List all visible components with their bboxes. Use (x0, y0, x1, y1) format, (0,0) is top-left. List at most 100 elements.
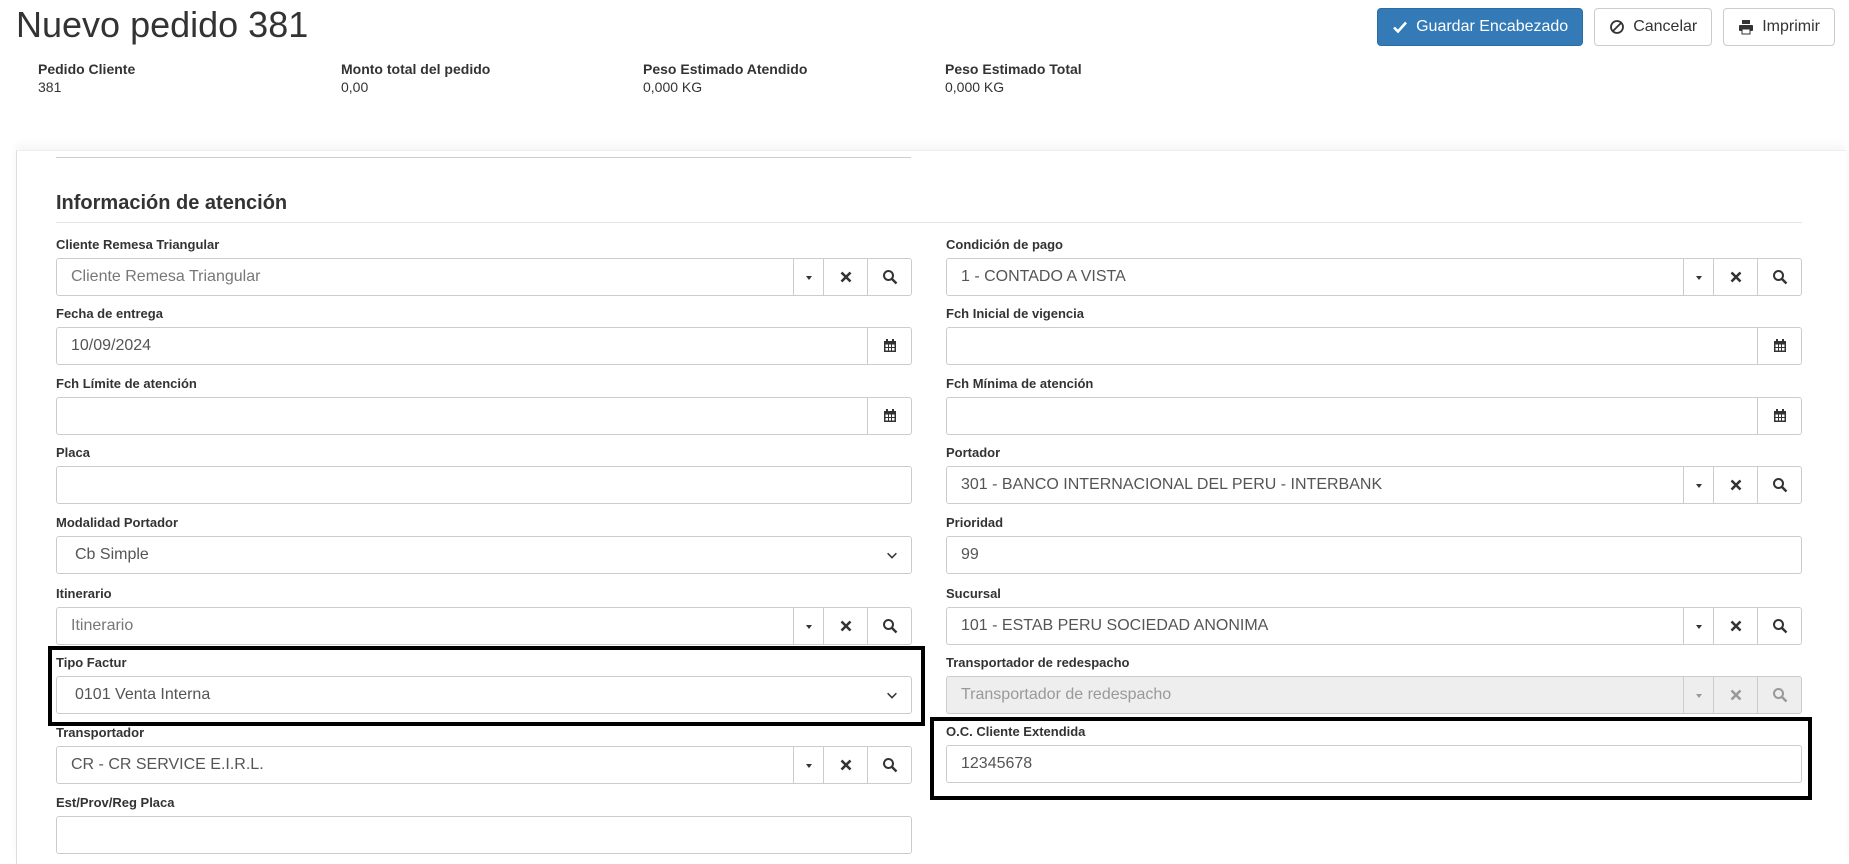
itinerario-lookup[interactable]: Itinerario (56, 607, 912, 645)
dropdown-toggle[interactable] (793, 608, 823, 644)
search-button[interactable] (867, 608, 911, 644)
search-button[interactable] (867, 259, 911, 295)
portador-input[interactable]: 301 - BANCO INTERNACIONAL DEL PERU - INT… (947, 467, 1683, 503)
itinerario-input[interactable]: Itinerario (57, 608, 793, 644)
portador-lookup[interactable]: 301 - BANCO INTERNACIONAL DEL PERU - INT… (946, 466, 1802, 504)
field-label: Modalidad Portador (56, 515, 179, 530)
fch-inicial-input[interactable] (947, 328, 1757, 364)
calendar-button[interactable] (1757, 398, 1801, 434)
caret-down-icon (1695, 276, 1702, 280)
dropdown-toggle[interactable] (793, 747, 823, 783)
modalidad-portador-select[interactable]: Cb Simple (56, 536, 912, 574)
prioridad-value[interactable]: 99 (947, 537, 1801, 573)
save-header-button[interactable]: Guardar Encabezado (1377, 8, 1584, 46)
modalidad-portador-value[interactable]: Cb Simple (57, 537, 873, 573)
placa-value[interactable] (57, 467, 911, 503)
field-label: Placa (56, 445, 90, 460)
summary-label: Peso Estimado Total (945, 61, 1082, 77)
calendar-button[interactable] (1757, 328, 1801, 364)
clear-button (1713, 677, 1757, 713)
condicion-pago-input[interactable]: 1 - CONTADO A VISTA (947, 259, 1683, 295)
dropdown-toggle[interactable] (1683, 259, 1713, 295)
search-icon (1772, 270, 1787, 285)
close-icon (840, 759, 851, 771)
dropdown-toggle[interactable] (793, 259, 823, 295)
condicion-pago-lookup[interactable]: 1 - CONTADO A VISTA (946, 258, 1802, 296)
search-button[interactable] (867, 747, 911, 783)
field-label: Est/Prov/Reg Placa (56, 795, 175, 810)
fch-minima-input[interactable] (947, 398, 1757, 434)
field-label: Portador (946, 445, 1001, 460)
caret-down-icon (1695, 484, 1702, 488)
clear-button[interactable] (1713, 467, 1757, 503)
save-header-label: Guardar Encabezado (1416, 18, 1569, 35)
dropdown-toggle[interactable] (1683, 608, 1713, 644)
summary-value: 0,000 KG (643, 79, 703, 95)
fch-minima-datepicker[interactable] (946, 397, 1802, 435)
caret-down-icon (1695, 694, 1702, 698)
cancel-label: Cancelar (1633, 18, 1698, 35)
dropdown-toggle[interactable] (1683, 467, 1713, 503)
clear-button[interactable] (823, 608, 867, 644)
close-icon (1730, 689, 1741, 701)
transportador-lookup[interactable]: CR - CR SERVICE E.I.R.L. (56, 746, 912, 784)
search-button[interactable] (1757, 608, 1801, 644)
section-title: Información de atención (56, 192, 288, 214)
clear-button[interactable] (1713, 608, 1757, 644)
field-transportador-redespacho: Transportador de redespacho Transportado… (946, 654, 1802, 714)
summary-monto-total: Monto total del pedido 0,00 (341, 61, 490, 95)
transportador-input[interactable]: CR - CR SERVICE E.I.R.L. (57, 747, 793, 783)
field-est-prov-reg-placa: Est/Prov/Reg Placa (56, 794, 912, 854)
clear-button[interactable] (823, 259, 867, 295)
placa-input[interactable] (56, 466, 912, 504)
field-label: Sucursal (946, 586, 1001, 601)
order-summary: Pedido Cliente 381 Monto total del pedid… (38, 61, 1238, 101)
summary-peso-total: Peso Estimado Total 0,000 KG (945, 61, 1082, 95)
search-icon (882, 270, 897, 285)
fecha-entrega-datepicker[interactable]: 10/09/2024 (56, 327, 912, 365)
field-fch-minima: Fch Mínima de atención (946, 375, 1802, 435)
caret-down-icon (805, 764, 812, 768)
clear-button[interactable] (1713, 259, 1757, 295)
field-label: Transportador de redespacho (946, 655, 1130, 670)
cliente-remesa-lookup[interactable]: Cliente Remesa Triangular (56, 258, 912, 296)
field-label: Itinerario (56, 586, 112, 601)
field-label: Fch Límite de atención (56, 376, 197, 391)
fch-limite-datepicker[interactable] (56, 397, 912, 435)
search-icon (1772, 688, 1787, 703)
summary-value: 0,00 (341, 79, 369, 95)
prioridad-input[interactable]: 99 (946, 536, 1802, 574)
fecha-entrega-input[interactable]: 10/09/2024 (57, 328, 867, 364)
print-button[interactable]: Imprimir (1723, 8, 1835, 46)
field-label: Fecha de entrega (56, 306, 163, 321)
cancel-button[interactable]: Cancelar (1594, 8, 1713, 46)
close-icon (1730, 479, 1741, 491)
field-fch-limite: Fch Límite de atención (56, 375, 912, 435)
est-prov-reg-placa-value[interactable] (57, 817, 911, 853)
dropdown-toggle (1683, 677, 1713, 713)
calendar-button[interactable] (867, 398, 911, 434)
field-label: Condición de pago (946, 237, 1063, 252)
sucursal-input[interactable]: 101 - ESTAB PERU SOCIEDAD ANONIMA (947, 608, 1683, 644)
clear-button[interactable] (823, 747, 867, 783)
summary-pedido-cliente: Pedido Cliente 381 (38, 61, 135, 95)
search-icon (882, 758, 897, 773)
est-prov-reg-placa-input[interactable] (56, 816, 912, 854)
close-icon (840, 620, 851, 632)
search-button[interactable] (1757, 259, 1801, 295)
field-label: Fch Mínima de atención (946, 376, 1094, 391)
cliente-remesa-input[interactable]: Cliente Remesa Triangular (57, 259, 793, 295)
calendar-button[interactable] (867, 328, 911, 364)
field-transportador: Transportador CR - CR SERVICE E.I.R.L. (56, 724, 912, 784)
field-label: Cliente Remesa Triangular (56, 237, 220, 252)
summary-label: Monto total del pedido (341, 61, 491, 77)
field-condicion-pago: Condición de pago 1 - CONTADO A VISTA (946, 236, 1802, 296)
section-divider (56, 222, 1802, 223)
sucursal-lookup[interactable]: 101 - ESTAB PERU SOCIEDAD ANONIMA (946, 607, 1802, 645)
search-button[interactable] (1757, 467, 1801, 503)
fch-limite-input[interactable] (57, 398, 867, 434)
summary-value: 0,000 KG (945, 79, 1005, 95)
search-button (1757, 677, 1801, 713)
caret-down-icon (805, 625, 812, 629)
fch-inicial-datepicker[interactable] (946, 327, 1802, 365)
